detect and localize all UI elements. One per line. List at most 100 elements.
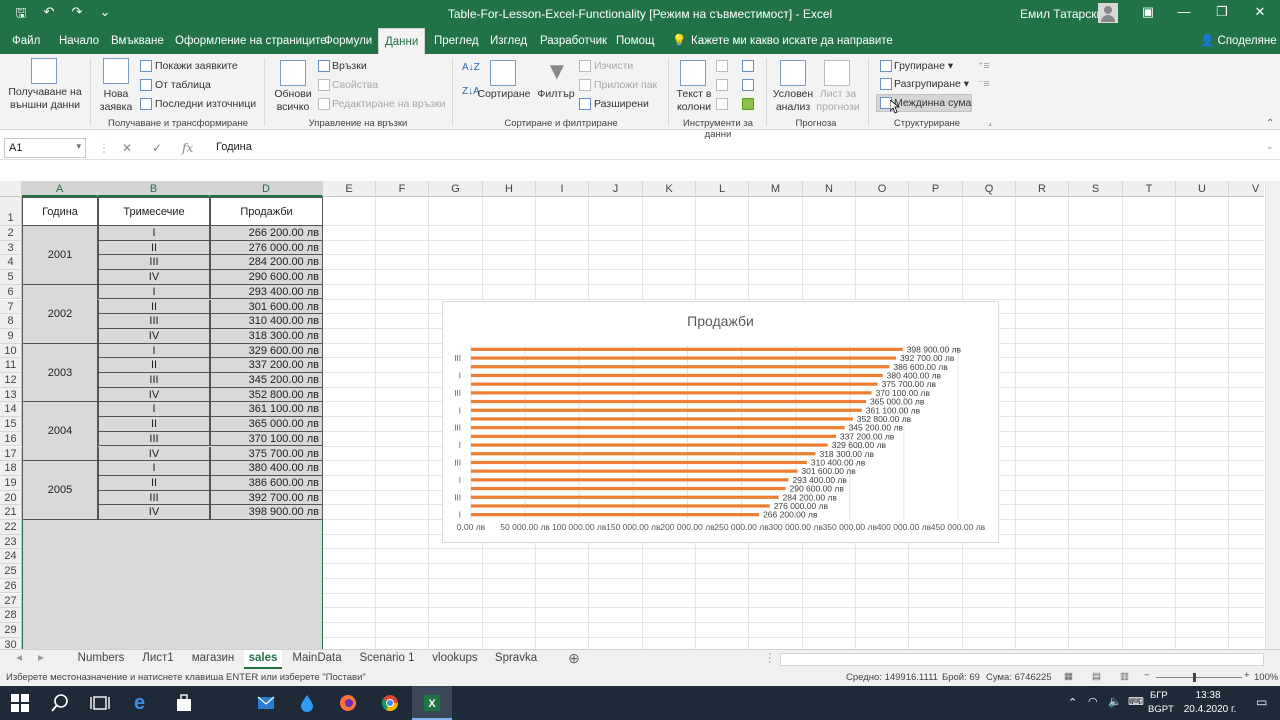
row-header[interactable]: 27 — [0, 593, 22, 609]
sheet-tab-scenario[interactable]: Scenario 1 — [352, 650, 422, 669]
collapse-ribbon-icon[interactable]: ⌃ — [1266, 118, 1274, 129]
notifications-icon[interactable]: ▭ — [1256, 695, 1267, 709]
sales-cell[interactable]: 276 000.00 лв — [210, 240, 323, 256]
next-sheet-icon[interactable]: ▸ — [34, 650, 48, 669]
column-header[interactable]: Q — [963, 181, 1016, 197]
row-header[interactable]: 28 — [0, 608, 22, 623]
chart-bar[interactable] — [471, 478, 789, 482]
name-box[interactable]: A1 — [4, 138, 86, 158]
quarter-cell[interactable]: III — [98, 431, 210, 447]
select-all-corner[interactable] — [0, 181, 22, 197]
close-icon[interactable]: ✕ — [1240, 4, 1280, 20]
chart-bar[interactable] — [471, 460, 807, 465]
minimize-icon[interactable]: — — [1164, 4, 1204, 19]
tray-overflow-icon[interactable]: ⌃ — [1068, 696, 1077, 709]
sheet-tab-list1[interactable]: Лист1 — [134, 650, 182, 669]
maximize-icon[interactable]: ❐ — [1202, 4, 1242, 20]
column-header[interactable]: T — [1123, 181, 1176, 197]
column-header[interactable]: J — [589, 181, 643, 197]
clock-date[interactable]: 20.4.2020 г. — [1180, 704, 1240, 715]
subtotal-button[interactable]: Междинна сума — [894, 97, 971, 109]
sales-cell[interactable]: 386 600.00 лв — [210, 475, 323, 491]
from-table-button[interactable]: От таблица — [155, 79, 211, 91]
data-validation-icon[interactable] — [716, 98, 728, 110]
chart-bar[interactable] — [471, 399, 867, 404]
bar-chart[interactable]: Продажби 0.00 лв 50 000.00 лв 100 000.00 л… — [442, 301, 999, 543]
quarter-cell[interactable]: II — [98, 417, 210, 432]
table-header-cell[interactable]: Тримесечие — [98, 197, 210, 226]
chart-bar[interactable] — [471, 365, 890, 369]
remove-duplicates-icon[interactable] — [716, 79, 728, 91]
quarter-cell[interactable]: I — [98, 402, 210, 418]
row-header[interactable]: 2 — [0, 226, 22, 241]
tell-me-box[interactable]: Кажете ми какво искате да направите — [685, 28, 899, 54]
row-header[interactable]: 8 — [0, 314, 22, 329]
expand-formula-bar-icon[interactable]: ⌄ — [1266, 141, 1274, 152]
row-header[interactable]: 3 — [0, 240, 22, 256]
chart-bar[interactable] — [471, 495, 779, 499]
show-detail-icon[interactable]: ⁺≡ — [978, 60, 990, 72]
sales-cell[interactable]: 361 100.00 лв — [210, 402, 323, 418]
column-header[interactable]: V — [1229, 181, 1264, 197]
row-header[interactable]: 24 — [0, 549, 22, 565]
chart-bar[interactable] — [471, 391, 872, 395]
sort-az-icon[interactable]: A↓Z — [462, 62, 480, 73]
zoom-in-icon[interactable]: + — [1244, 670, 1250, 681]
row-header[interactable]: 23 — [0, 534, 22, 550]
sheet-tab-vlookups[interactable]: vlookups — [424, 650, 486, 669]
row-header[interactable]: 4 — [0, 255, 22, 271]
sales-cell[interactable]: 318 300.00 лв — [210, 328, 323, 344]
zoom-slider-thumb[interactable] — [1193, 673, 1196, 682]
page-break-view-icon[interactable]: ▥ — [1120, 671, 1129, 682]
column-header[interactable]: O — [856, 181, 909, 197]
row-header[interactable]: 25 — [0, 564, 22, 579]
row-header[interactable]: 30 — [0, 637, 22, 649]
row-header[interactable]: 10 — [0, 343, 22, 359]
row-header[interactable]: 26 — [0, 578, 22, 594]
get-external-data-button[interactable]: Получаване на външни данни — [4, 86, 86, 112]
sales-cell[interactable]: 345 200.00 лв — [210, 373, 323, 388]
tab-data[interactable]: Данни — [378, 28, 426, 54]
sheet-tab-maindata[interactable]: MainData — [284, 650, 350, 669]
table-header-cell[interactable]: Година — [22, 197, 98, 226]
quarter-cell[interactable]: IV — [98, 505, 210, 520]
quarter-cell[interactable]: IV — [98, 328, 210, 344]
row-header[interactable]: 21 — [0, 505, 22, 520]
row-header[interactable]: 1 — [0, 197, 22, 226]
column-header[interactable]: R — [1016, 181, 1069, 197]
sales-cell[interactable]: 293 400.00 лв — [210, 284, 323, 300]
properties-button[interactable]: Свойства — [332, 79, 378, 91]
chart-bar[interactable] — [471, 356, 896, 360]
mail-icon[interactable] — [256, 693, 276, 713]
volume-icon[interactable]: 🔈 — [1108, 695, 1122, 708]
chart-bar[interactable] — [471, 408, 862, 412]
quarter-cell[interactable]: II — [98, 475, 210, 491]
cancel-entry-icon[interactable]: ✕ — [122, 141, 132, 155]
row-header[interactable]: 19 — [0, 475, 22, 491]
column-header[interactable]: N — [803, 181, 856, 197]
sort-button[interactable]: Сортиране — [476, 88, 532, 101]
quarter-cell[interactable]: II — [98, 299, 210, 315]
ribbon-display-options-icon[interactable]: ▣ — [1128, 4, 1168, 20]
row-header[interactable]: 16 — [0, 431, 22, 447]
normal-view-icon[interactable]: ▦ — [1064, 671, 1073, 682]
group-button[interactable]: Групиране ▾ — [894, 60, 953, 72]
forecast-sheet-button[interactable]: Лист за прогнози — [814, 88, 862, 114]
chart-bar[interactable] — [471, 513, 760, 517]
sales-cell[interactable]: 352 800.00 лв — [210, 387, 323, 403]
windows-start-icon[interactable] — [10, 693, 30, 713]
row-header[interactable]: 15 — [0, 417, 22, 432]
page-layout-view-icon[interactable]: ▤ — [1092, 671, 1101, 682]
quarter-cell[interactable]: III — [98, 373, 210, 388]
tab-view[interactable]: Изглед — [484, 28, 533, 54]
year-cell[interactable]: 2005 — [22, 461, 98, 520]
column-header[interactable]: I — [536, 181, 589, 197]
firefox-icon[interactable] — [338, 693, 358, 713]
sheet-tab-magazin[interactable]: магазин — [184, 650, 242, 669]
recent-sources-button[interactable]: Последни източници — [155, 98, 256, 110]
row-header[interactable]: 11 — [0, 358, 22, 373]
edge-browser-icon[interactable]: e — [134, 693, 154, 713]
row-header[interactable]: 14 — [0, 402, 22, 418]
what-if-button[interactable]: Условен анализ — [768, 88, 818, 114]
tab-insert[interactable]: Вмъкване — [105, 28, 170, 54]
